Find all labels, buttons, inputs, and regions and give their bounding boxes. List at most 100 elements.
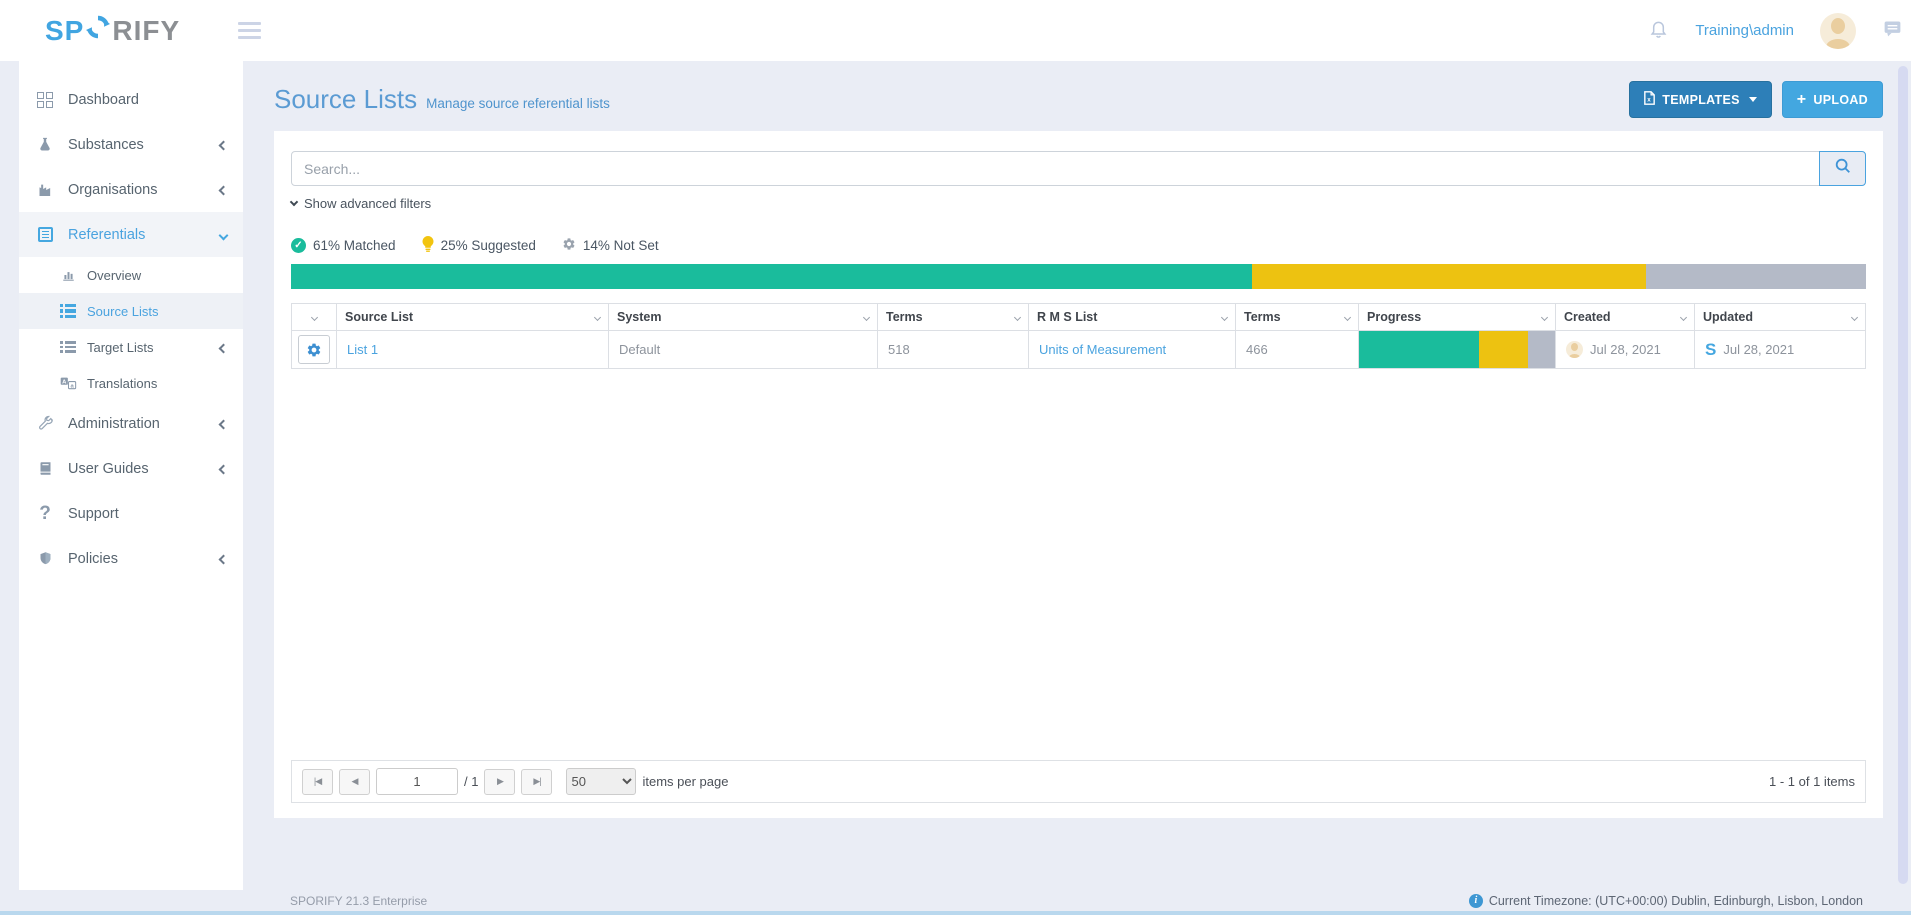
app-logo[interactable]: SP RIFY	[45, 14, 180, 47]
check-circle-icon: ✓	[291, 238, 306, 253]
chevron-down-icon[interactable]	[1014, 313, 1021, 320]
bell-icon[interactable]	[1648, 18, 1669, 44]
previous-page-button[interactable]: ◀	[339, 769, 370, 795]
chevron-down-icon[interactable]	[1344, 313, 1351, 320]
chevron-left-icon	[220, 182, 227, 198]
column-header-rms-list[interactable]: R M S List	[1029, 304, 1236, 331]
system-cell: Default	[609, 331, 878, 369]
rms-list-link[interactable]: Units of Measurement	[1039, 342, 1166, 357]
chevron-down-icon[interactable]	[1541, 313, 1548, 320]
grid-icon	[35, 92, 55, 108]
search-button[interactable]	[1819, 151, 1866, 186]
sporify-s-icon: S	[1705, 341, 1716, 358]
sidebar-item-source-lists[interactable]: Source Lists	[19, 293, 243, 329]
column-header-progress[interactable]: Progress	[1359, 304, 1556, 331]
sidebar-item-dashboard[interactable]: Dashboard	[19, 77, 243, 122]
column-header-terms[interactable]: Terms	[878, 304, 1029, 331]
sidebar-item-target-lists[interactable]: Target Lists	[19, 329, 243, 365]
show-advanced-filters[interactable]: Show advanced filters	[291, 196, 431, 211]
sidebar-item-support[interactable]: ? Support	[19, 491, 243, 536]
chevron-down-icon	[220, 227, 227, 243]
page-number-input[interactable]	[376, 768, 458, 795]
chevron-left-icon	[220, 137, 227, 153]
rms-terms-cell: 466	[1236, 331, 1359, 369]
column-header-expand[interactable]	[292, 304, 337, 331]
chevron-down-icon[interactable]	[863, 313, 870, 320]
created-date: Jul 28, 2021	[1590, 342, 1661, 357]
chat-icon[interactable]	[1882, 18, 1903, 44]
menu-toggle-icon[interactable]	[238, 22, 261, 39]
sidebar-item-substances[interactable]: Substances	[19, 122, 243, 167]
sidebar-item-organisations[interactable]: Organisations	[19, 167, 243, 212]
column-header-created[interactable]: Created	[1556, 304, 1695, 331]
column-label: Created	[1564, 310, 1611, 324]
sidebar-item-administration[interactable]: Administration	[19, 401, 243, 446]
chevron-down-icon[interactable]	[1221, 313, 1228, 320]
plus-icon: +	[1797, 92, 1807, 108]
sidebar-item-translations[interactable]: Aa Translations	[19, 365, 243, 401]
sidebar-item-label: Referentials	[68, 227, 145, 243]
progress-suggested-segment	[1479, 331, 1528, 368]
search-icon	[1834, 157, 1852, 180]
progress-notset-segment	[1528, 331, 1555, 368]
sidebar-item-overview[interactable]: Overview	[19, 257, 243, 293]
stat-suggested: 25% Suggested	[422, 236, 536, 255]
sidebar-item-label: Source Lists	[87, 304, 159, 319]
progress-notset-segment	[1646, 264, 1867, 289]
column-header-rms-terms[interactable]: Terms	[1236, 304, 1359, 331]
stat-notset-label: 14% Not Set	[583, 238, 659, 253]
chevron-down-icon[interactable]	[310, 313, 317, 320]
svg-text:x: x	[1648, 97, 1652, 104]
templates-button-label: TEMPLATES	[1662, 93, 1739, 107]
chevron-down-icon[interactable]	[594, 313, 601, 320]
row-progress-bar	[1359, 331, 1555, 368]
user-avatar[interactable]	[1820, 13, 1856, 49]
source-list-link[interactable]: List 1	[347, 342, 378, 357]
bar-chart-icon	[59, 268, 77, 282]
column-header-system[interactable]: System	[609, 304, 878, 331]
column-label: R M S List	[1037, 310, 1097, 324]
stat-notset: 14% Not Set	[562, 237, 659, 254]
upload-button[interactable]: + UPLOAD	[1782, 81, 1883, 118]
last-page-button[interactable]: ▶|	[521, 769, 552, 795]
footer: SPORIFY 21.3 Enterprise i Current Timezo…	[0, 890, 1911, 911]
page-subtitle: Manage source referential lists	[426, 96, 610, 111]
page-title: Source Lists	[274, 84, 417, 115]
pagination-bar: |◀ ◀ / 1 ▶ ▶| 50 items per page 1 - 1 of…	[291, 760, 1866, 803]
first-page-button[interactable]: |◀	[302, 769, 333, 795]
chevron-left-icon	[220, 461, 227, 477]
templates-button[interactable]: x TEMPLATES	[1629, 81, 1771, 118]
row-settings-button[interactable]	[298, 335, 330, 364]
column-header-source-list[interactable]: Source List	[337, 304, 609, 331]
column-label: Updated	[1703, 310, 1753, 324]
scrollbar-thumb[interactable]	[1898, 66, 1908, 884]
content-card: Show advanced filters ✓ 61% Matched 25% …	[274, 131, 1883, 818]
page-size-select[interactable]: 50	[566, 768, 636, 795]
list-icon	[59, 304, 77, 319]
search-input[interactable]	[291, 151, 1820, 186]
sidebar-item-label: Dashboard	[68, 92, 139, 108]
file-icon: x	[1644, 91, 1655, 108]
gear-icon	[562, 237, 576, 254]
chevron-down-icon[interactable]	[1680, 313, 1687, 320]
column-label: Progress	[1367, 310, 1421, 324]
logo-text-left: SP	[45, 15, 84, 47]
sidebar-item-policies[interactable]: Policies	[19, 536, 243, 581]
list-box-icon	[35, 227, 55, 242]
sidebar-item-referentials[interactable]: Referentials	[19, 212, 243, 257]
terms-cell: 518	[878, 331, 1029, 369]
chevron-down-icon[interactable]	[1851, 313, 1858, 320]
current-user[interactable]: Training\admin	[1695, 22, 1794, 39]
next-page-button[interactable]: ▶	[484, 769, 515, 795]
column-label: Terms	[1244, 310, 1281, 324]
sidebar-item-label: User Guides	[68, 461, 149, 477]
progress-matched-segment	[291, 264, 1252, 289]
column-header-updated[interactable]: Updated	[1695, 304, 1866, 331]
stat-matched: ✓ 61% Matched	[291, 238, 396, 253]
stat-suggested-label: 25% Suggested	[441, 238, 536, 253]
logo-text-right: RIFY	[112, 15, 180, 47]
chevron-left-icon	[220, 551, 227, 567]
sidebar-item-user-guides[interactable]: User Guides	[19, 446, 243, 491]
bulb-icon	[422, 236, 434, 255]
list-icon	[59, 341, 77, 353]
